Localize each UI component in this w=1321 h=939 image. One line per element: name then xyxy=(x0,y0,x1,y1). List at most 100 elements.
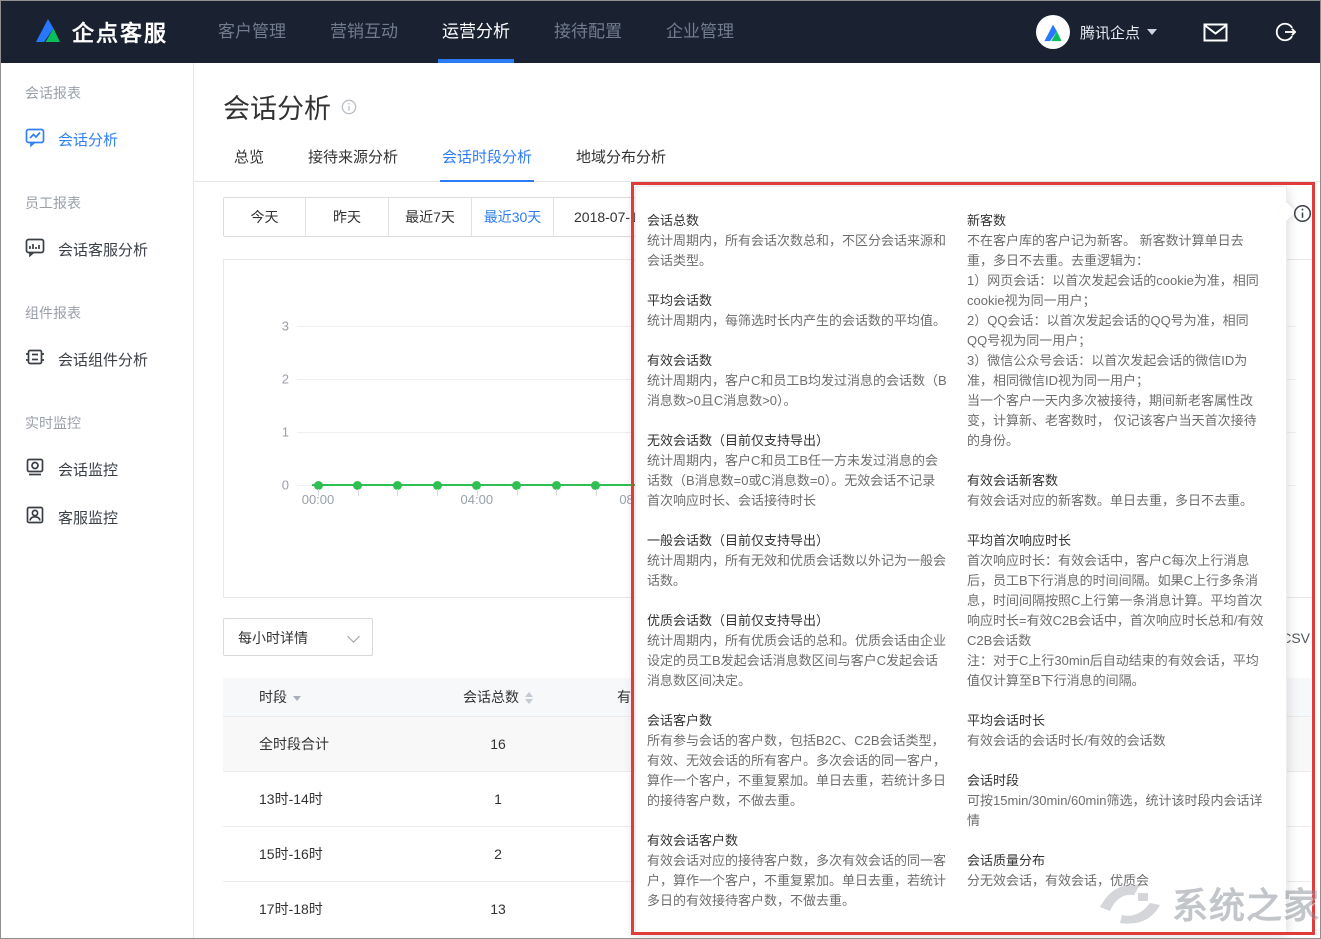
definition-general-sessions: 一般会话数（目前仅支持导出） 统计周期内，所有无效和优质会话数以外记为一般会话数… xyxy=(647,531,947,591)
cell-total: 2 xyxy=(433,846,563,862)
cell-total: 1 xyxy=(433,791,563,807)
definition-body: 有效会话对应的新客数。单日去重，多日不去重。 xyxy=(967,491,1267,511)
sidebar-item-label: 会话监控 xyxy=(58,459,118,480)
sort-icon xyxy=(525,692,533,704)
user-menu[interactable]: 腾讯企点 xyxy=(1080,22,1157,43)
y-axis-tick: 2 xyxy=(249,372,289,387)
sidebar-item-session-monitor[interactable]: 会话监控 xyxy=(25,457,193,481)
nav-menu: 客户管理 营销互动 运营分析 接待配置 企业管理 xyxy=(196,1,756,63)
sidebar-item-agent-monitor[interactable]: 客服监控 xyxy=(25,505,193,529)
logout-icon[interactable] xyxy=(1274,21,1296,43)
sidebar-item-component-analysis[interactable]: 会话组件分析 xyxy=(25,347,193,371)
sidebar-item-agent-session-analysis[interactable]: 会话客服分析 xyxy=(25,237,193,261)
filter-last30days[interactable]: 最近30天 xyxy=(471,198,553,236)
sidebar-item-label: 会话分析 xyxy=(58,129,118,150)
page-title: 会话分析 xyxy=(223,87,357,126)
definition-avg-sessions: 平均会话数 统计周期内，每筛选时长内产生的会话数的平均值。 xyxy=(647,291,947,331)
app-window: 企点客服 客户管理 营销互动 运营分析 接待配置 企业管理 腾讯企点 xyxy=(0,0,1321,939)
definition-title: 平均会话数 xyxy=(647,291,947,311)
cell-period: 17时-18时 xyxy=(223,899,433,919)
definition-title: 会话质量分布 xyxy=(967,851,1267,871)
tooltip-left-column: 会话总数 统计周期内，所有会话次数总和，不区分会话来源和会话类型。 平均会话数 … xyxy=(647,211,947,932)
cell-period: 13时-14时 xyxy=(223,789,433,809)
chat-chart-icon xyxy=(25,127,45,151)
cell-period: 15时-16时 xyxy=(223,844,433,864)
definition-body: 统计周期内，所有无效和优质会话数以外记为一般会话数。 xyxy=(647,551,947,591)
definition-new-customers: 新客数 不在客户库的客户记为新客。 新客数计算单日去重，多日不去重。去重逻辑为：… xyxy=(967,211,1267,451)
definition-valid-sessions: 有效会话数 统计周期内，客户C和员工B均发过消息的会话数（B消息数>0且C消息数… xyxy=(647,351,947,411)
select-value: 每小时详情 xyxy=(238,630,308,646)
tab-bar: 总览 接待来源分析 会话时段分析 地域分布分析 xyxy=(194,141,1320,182)
brand[interactable]: 企点客服 xyxy=(34,16,168,48)
avatar[interactable] xyxy=(1036,15,1070,49)
mail-icon[interactable] xyxy=(1203,23,1228,42)
cell-total: 13 xyxy=(433,901,563,917)
definition-title: 有效会话数 xyxy=(647,351,947,371)
column-label: 会话总数 xyxy=(463,689,519,705)
tab-session-period[interactable]: 会话时段分析 xyxy=(440,141,534,182)
chevron-down-icon xyxy=(347,630,360,643)
sidebar: 会话报表 会话分析 员工报表 会话客服分析 组件报表 xyxy=(1,63,194,938)
session-monitor-icon xyxy=(25,457,45,481)
detail-granularity-select[interactable]: 每小时详情 xyxy=(223,618,373,656)
definition-body: 所有参与会话的客户数，包括B2C、C2B会话类型，有效、无效会话的所有客户。多次… xyxy=(647,731,947,811)
definition-session-period: 会话时段 可按15min/30min/60min筛选，统计该时段内会话详情 xyxy=(967,771,1267,831)
chat-bars-icon xyxy=(25,237,45,261)
title-info-icon[interactable] xyxy=(341,91,357,122)
cell-period: 全时段合计 xyxy=(223,734,433,754)
definition-title: 平均会话时长 xyxy=(967,711,1267,731)
definition-invalid-sessions: 无效会话数（目前仅支持导出） 统计周期内，客户C和员工B任一方未发过消息的会话数… xyxy=(647,431,947,511)
tab-reception-source[interactable]: 接待来源分析 xyxy=(306,141,400,182)
tab-overview[interactable]: 总览 xyxy=(232,141,266,182)
definition-session-customers: 会话客户数 所有参与会话的客户数，包括B2C、C2B会话类型，有效、无效会话的所… xyxy=(647,711,947,811)
sidebar-item-session-analysis[interactable]: 会话分析 xyxy=(25,127,193,151)
nav-item-reception[interactable]: 接待配置 xyxy=(552,1,624,63)
y-axis-tick: 3 xyxy=(249,319,289,334)
filter-today[interactable]: 今天 xyxy=(224,198,305,236)
definition-title: 一般会话数（目前仅支持导出） xyxy=(647,531,947,551)
filter-last7days[interactable]: 最近7天 xyxy=(388,198,471,236)
filter-yesterday[interactable]: 昨天 xyxy=(305,198,388,236)
definition-avg-first-response: 平均首次响应时长 首次响应时长：有效会话中，客户C每次上行消息后，员工B下行消息… xyxy=(967,531,1267,691)
sort-desc-icon xyxy=(293,696,301,701)
cell-total: 16 xyxy=(433,736,563,752)
column-header-period[interactable]: 时段 xyxy=(223,687,433,707)
definition-title: 新客数 xyxy=(967,211,1267,231)
definition-body: 统计周期内，所有优质会话的总和。优质会话由企业设定的员工B发起会话消息数区间与客… xyxy=(647,631,947,691)
definition-avg-session-duration: 平均会话时长 有效会话的会话时长/有效的会话数 xyxy=(967,711,1267,751)
navbar-right: 腾讯企点 xyxy=(1036,15,1296,49)
nav-item-operations[interactable]: 运营分析 xyxy=(440,1,512,63)
user-name-label: 腾讯企点 xyxy=(1080,22,1140,43)
x-axis-tick: 04:00 xyxy=(461,492,494,507)
top-navbar: 企点客服 客户管理 营销互动 运营分析 接待配置 企业管理 腾讯企点 xyxy=(1,1,1320,63)
definition-valid-session-customers: 有效会话客户数 有效会话对应的接待客户数，多次有效会话的同一客户，算作一个客户，… xyxy=(647,831,947,911)
definition-body: 有效会话的会话时长/有效的会话数 xyxy=(967,731,1267,751)
component-icon xyxy=(25,347,45,371)
page-title-text: 会话分析 xyxy=(223,87,331,126)
definition-body: 统计周期内，客户C和员工B均发过消息的会话数（B消息数>0且C消息数>0）。 xyxy=(647,371,947,411)
date-filter-group: 今天 昨天 最近7天 最近30天 2018-07-1 xyxy=(223,197,704,237)
chart-info-icon[interactable] xyxy=(1293,204,1312,228)
sidebar-section-staff-reports: 员工报表 xyxy=(25,193,193,213)
definition-body: 有效会话对应的接待客户数，多次有效会话的同一客户，算作一个客户，不重复累加。单日… xyxy=(647,851,947,911)
column-header-total[interactable]: 会话总数 xyxy=(433,687,563,707)
metric-definitions-tooltip: 会话总数 统计周期内，所有会话次数总和，不区分会话来源和会话类型。 平均会话数 … xyxy=(635,186,1287,933)
definition-title: 有效会话新客数 xyxy=(967,471,1267,491)
chevron-down-icon xyxy=(1147,29,1157,35)
nav-item-enterprise[interactable]: 企业管理 xyxy=(664,1,736,63)
definition-title: 优质会话数（目前仅支持导出） xyxy=(647,611,947,631)
x-axis-tick: 00:00 xyxy=(302,492,335,507)
definition-title: 平均首次响应时长 xyxy=(967,531,1267,551)
sidebar-item-label: 客服监控 xyxy=(58,507,118,528)
nav-item-customer[interactable]: 客户管理 xyxy=(216,1,288,63)
definition-title: 会话总数 xyxy=(647,211,947,231)
definition-title: 会话客户数 xyxy=(647,711,947,731)
sidebar-item-label: 会话组件分析 xyxy=(58,349,148,370)
tab-region-distribution[interactable]: 地域分布分析 xyxy=(574,141,668,182)
definition-session-total: 会话总数 统计周期内，所有会话次数总和，不区分会话来源和会话类型。 xyxy=(647,211,947,271)
sidebar-section-session-reports: 会话报表 xyxy=(25,83,193,103)
column-label: 时段 xyxy=(259,689,287,705)
sidebar-section-realtime: 实时监控 xyxy=(25,413,193,433)
qidian-logo-icon xyxy=(34,17,62,48)
nav-item-marketing[interactable]: 营销互动 xyxy=(328,1,400,63)
